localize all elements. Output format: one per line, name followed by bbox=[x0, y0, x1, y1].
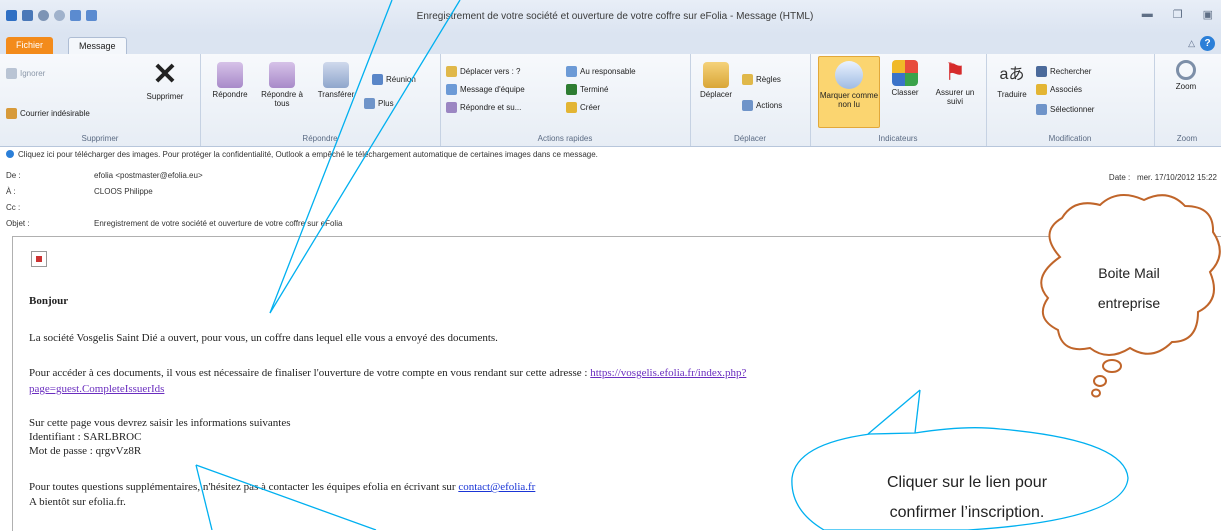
thought-dot-2 bbox=[1093, 375, 1107, 387]
pointer-line-bottom-b bbox=[195, 464, 377, 530]
pointer-line-bottom-a bbox=[195, 464, 213, 530]
speech-bubble-tail-2 bbox=[914, 389, 921, 434]
pointer-line-right bbox=[269, 0, 461, 314]
annotation-overlay bbox=[195, 0, 1221, 530]
thought-dot-1 bbox=[1102, 359, 1122, 373]
thought-dot-3 bbox=[1091, 388, 1101, 398]
pointer-line-left bbox=[269, 0, 393, 314]
oval-callout-text: Cliquer sur le lien pour confirmer l’ins… bbox=[886, 474, 1048, 521]
cloud-callout-text: Boite Mail entreprise bbox=[1097, 265, 1161, 311]
speech-bubble-tail-1 bbox=[867, 389, 921, 435]
